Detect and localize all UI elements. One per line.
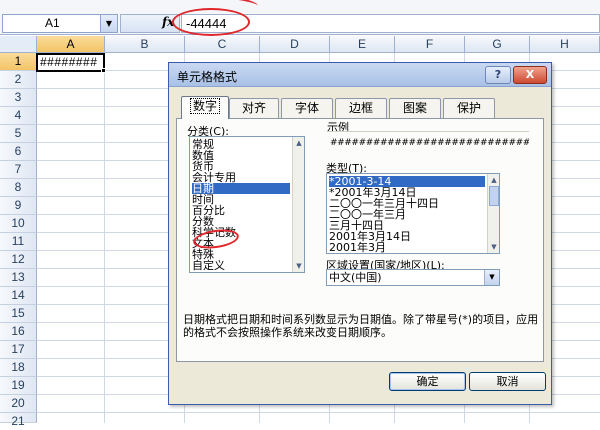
type-item[interactable]: 2001年3月 (329, 242, 386, 253)
tab-patterns[interactable]: 图案 (389, 98, 441, 118)
column-header-d[interactable]: D (260, 36, 330, 53)
scroll-down-icon[interactable]: ▼ (489, 242, 499, 252)
row-header-13[interactable]: 13 (0, 269, 37, 287)
fill-handle[interactable] (101, 68, 106, 73)
scroll-up-icon[interactable]: ▲ (489, 175, 499, 185)
dialog-titlebar[interactable]: 单元格格式 ? X (169, 63, 551, 87)
column-header-b[interactable]: B (105, 36, 185, 53)
type-list[interactable]: *2001-3-14 *2001年3月14日 二〇〇一年三月十四日 二〇〇一年三… (326, 173, 500, 254)
category-list[interactable]: 常规 数值 货币 会计专用 日期 时间 百分比 分数 科学记数 文本 特殊 自定… (189, 136, 305, 273)
annotation-circle-formula (172, 8, 250, 36)
row-header-12[interactable]: 12 (0, 251, 37, 269)
tab-alignment[interactable]: 对齐 (229, 98, 279, 118)
row-header-10[interactable]: 10 (0, 215, 37, 233)
tab-border[interactable]: 边框 (335, 98, 387, 118)
sample-value: ################################ (327, 131, 529, 153)
row-header-21[interactable]: 21 (0, 413, 37, 428)
row-header-9[interactable]: 9 (0, 197, 37, 215)
category-scrollbar[interactable]: ▲ ▼ (292, 137, 304, 272)
scroll-up-icon[interactable]: ▲ (294, 138, 304, 148)
row-header-17[interactable]: 17 (0, 341, 37, 359)
gridline (37, 412, 600, 413)
locale-select[interactable]: 中文(中国) ▼ (326, 269, 500, 286)
column-header-e[interactable]: E (330, 36, 395, 53)
chevron-down-icon[interactable]: ▼ (484, 270, 499, 285)
tab-number[interactable]: 数字 (181, 96, 229, 119)
row-header-5[interactable]: 5 (0, 125, 37, 143)
tab-label: 数字 (189, 98, 220, 114)
type-scrollbar[interactable]: ▲ ▼ (487, 174, 499, 253)
cancel-button[interactable]: 取消 (469, 372, 546, 391)
column-header-f[interactable]: F (395, 36, 465, 53)
row-header-20[interactable]: 20 (0, 395, 37, 413)
scroll-thumb[interactable] (489, 186, 499, 206)
number-tab-panel: 分类(C): 常规 数值 货币 会计专用 日期 时间 百分比 分数 科学记数 文… (176, 118, 544, 362)
format-cells-dialog: 单元格格式 ? X 数字 对齐 字体 边框 图案 保护 分类(C): 常规 数值… (168, 62, 552, 405)
row-header-2[interactable]: 2 (0, 71, 37, 89)
row-header-4[interactable]: 4 (0, 107, 37, 125)
row-header-11[interactable]: 11 (0, 233, 37, 251)
row-header-16[interactable]: 16 (0, 323, 37, 341)
row-header-8[interactable]: 8 (0, 179, 37, 197)
gridline (104, 53, 105, 423)
column-header-g[interactable]: G (465, 36, 530, 53)
close-button[interactable]: X (513, 66, 547, 84)
scroll-down-icon[interactable]: ▼ (294, 261, 304, 271)
column-header-h[interactable]: H (530, 36, 600, 53)
name-box-dropdown-icon[interactable]: ▼ (100, 15, 117, 32)
row-header-7[interactable]: 7 (0, 161, 37, 179)
row-header-18[interactable]: 18 (0, 359, 37, 377)
tab-font[interactable]: 字体 (281, 98, 333, 118)
formula-bar: A1 ▼ fx -44444 (0, 0, 600, 36)
column-header-c[interactable]: C (185, 36, 260, 53)
ok-button[interactable]: 确定 (389, 372, 466, 391)
row-header-15[interactable]: 15 (0, 305, 37, 323)
row-header-14[interactable]: 14 (0, 287, 37, 305)
row-header-3[interactable]: 3 (0, 89, 37, 107)
column-header-a[interactable]: A (37, 36, 105, 53)
row-header-19[interactable]: 19 (0, 377, 37, 395)
tab-protection[interactable]: 保护 (443, 98, 495, 118)
category-description: 日期格式把日期和时间系列数显示为日期值。除了带星号(*)的项目，应用的格式不会按… (183, 313, 539, 339)
dialog-title: 单元格格式 (177, 70, 238, 84)
locale-value: 中文(中国) (329, 271, 382, 284)
row-header-1[interactable]: 1 (0, 53, 37, 71)
category-item[interactable]: 自定义 (192, 260, 225, 271)
select-all-corner[interactable] (0, 36, 37, 53)
active-cell-a1[interactable]: ######## (36, 53, 105, 72)
row-header-6[interactable]: 6 (0, 143, 37, 161)
help-button[interactable]: ? (485, 66, 511, 84)
